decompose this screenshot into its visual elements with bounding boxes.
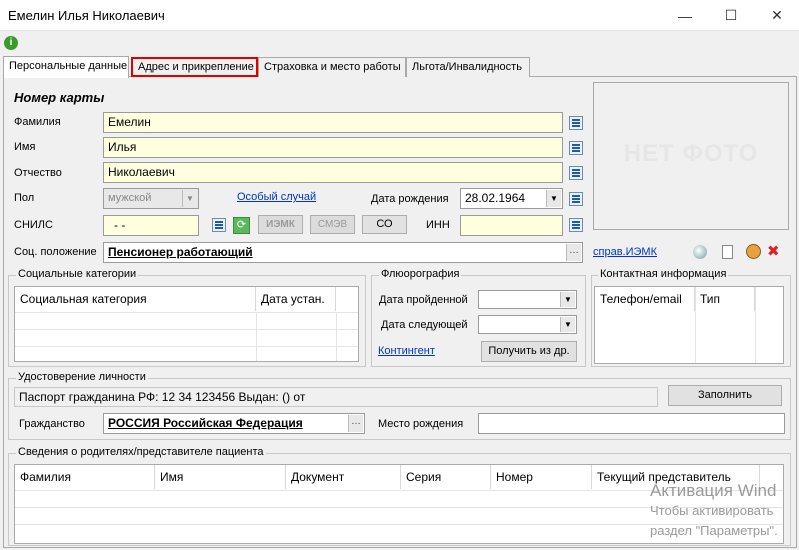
get-from-other-button[interactable]: Получить из др. <box>481 341 577 362</box>
contacts-title: Контактная информация <box>598 268 729 280</box>
refresh-icon[interactable]: ⟳ <box>233 217 250 234</box>
column-header[interactable]: Социальная категория <box>15 287 256 311</box>
minimize-button[interactable]: — <box>662 0 708 31</box>
chevron-down-icon: ▼ <box>560 292 575 307</box>
sex-select[interactable]: мужской ▼ <box>103 188 199 209</box>
tab-strip: Персональные данные Адрес и прикрепление… <box>0 56 560 78</box>
social-categories-table[interactable]: Социальная категория Дата устан. <box>14 286 359 362</box>
tab-personal-data[interactable]: Персональные данные <box>3 56 129 78</box>
column-header[interactable]: Номер <box>491 465 592 489</box>
name-picker-icon[interactable] <box>569 141 583 155</box>
column-divider <box>695 287 696 363</box>
snils-picker-icon[interactable] <box>212 218 226 232</box>
tab-address[interactable]: Адрес и прикрепление <box>131 57 258 77</box>
row-divider <box>15 312 358 313</box>
citizenship-label: Гражданство <box>19 418 85 430</box>
social-status-input[interactable]: Пенсионер работающий … <box>103 242 583 263</box>
palette-icon[interactable] <box>746 244 761 259</box>
citizenship-value: РОССИЯ Российская Федерация <box>108 416 303 430</box>
column-header[interactable]: Фамилия <box>15 465 155 489</box>
tab-benefits[interactable]: Льгота/Инвалидность <box>406 57 530 77</box>
identity-title: Удостоверение личности <box>16 371 148 383</box>
name-label: Имя <box>14 141 36 153</box>
close-button[interactable]: ✕ <box>754 0 799 31</box>
patronymic-picker-icon[interactable] <box>569 166 583 180</box>
delete-icon[interactable]: ✖ <box>767 242 780 260</box>
smev-button[interactable]: СМЭВ <box>310 215 355 234</box>
webcam-icon[interactable] <box>693 245 707 259</box>
birth-date-label: Дата рождения <box>371 193 449 205</box>
surname-input[interactable]: Емелин <box>103 112 563 133</box>
no-photo-text: НЕТ ФОТО <box>623 140 759 167</box>
fill-button[interactable]: Заполнить <box>668 385 782 406</box>
birth-picker-icon[interactable] <box>569 192 583 206</box>
snils-label: СНИЛС <box>14 219 53 231</box>
column-header[interactable]: Тип <box>695 287 755 311</box>
name-input[interactable]: Илья <box>103 137 563 158</box>
row-divider <box>15 329 358 330</box>
social-status-value: Пенсионер работающий <box>108 245 253 259</box>
column-divider <box>336 312 337 361</box>
chevron-down-icon: ▼ <box>182 190 197 207</box>
row-divider <box>15 346 358 347</box>
date-next-input[interactable]: ▼ <box>478 315 577 334</box>
ellipsis-icon[interactable]: … <box>566 244 581 261</box>
birth-date-input[interactable]: 28.02.1964 ▼ <box>460 188 563 209</box>
column-divider <box>256 312 257 361</box>
date-next-label: Дата следующей <box>381 319 468 331</box>
inn-input[interactable] <box>460 215 563 236</box>
social-categories-title: Социальные категории <box>16 268 139 280</box>
inn-picker-icon[interactable] <box>569 218 583 232</box>
patronymic-input[interactable]: Николаевич <box>103 162 563 183</box>
toolbar <box>0 32 799 54</box>
iemk-button[interactable]: ИЭМК <box>258 215 303 234</box>
column-divider <box>755 287 756 363</box>
iemk-reference-link[interactable]: справ.ИЭМК <box>593 246 657 258</box>
contacts-table[interactable]: Телефон/email Тип <box>594 286 784 364</box>
activation-watermark-line: Чтобы активировать <box>650 503 774 518</box>
info-icon[interactable]: i <box>4 36 18 50</box>
maximize-button[interactable]: ☐ <box>708 0 754 31</box>
sex-value: мужской <box>108 192 152 204</box>
inn-label: ИНН <box>426 219 450 231</box>
birthplace-input[interactable] <box>478 413 785 434</box>
ellipsis-icon[interactable]: … <box>348 415 363 432</box>
column-header[interactable]: Телефон/email <box>595 287 695 311</box>
sex-label: Пол <box>14 192 35 204</box>
snils-input[interactable]: - - <box>103 215 199 236</box>
birth-date-value: 28.02.1964 <box>465 191 526 205</box>
column-header[interactable]: Серия <box>401 465 491 489</box>
document-icon[interactable] <box>722 245 733 259</box>
chevron-down-icon: ▼ <box>546 190 561 207</box>
fluorography-title: Флюорография <box>379 268 462 280</box>
social-status-label: Соц. положение <box>14 246 97 258</box>
surname-label: Фамилия <box>14 116 61 128</box>
column-header[interactable]: Имя <box>155 465 286 489</box>
card-number-label: Номер карты <box>14 90 105 105</box>
tab-insurance[interactable]: Страховка и место работы <box>258 57 406 77</box>
parents-title: Сведения о родителях/представителе пацие… <box>16 446 266 458</box>
window-title: Емелин Илья Николаевич <box>8 8 165 23</box>
column-header[interactable]: Дата устан. <box>256 287 336 311</box>
chevron-down-icon: ▼ <box>560 317 575 332</box>
activation-watermark-title: Активация Wind <box>650 481 777 500</box>
surname-picker-icon[interactable] <box>569 116 583 130</box>
citizenship-input[interactable]: РОССИЯ Российская Федерация … <box>103 413 365 434</box>
activation-watermark-line: раздел "Параметры". <box>650 523 778 538</box>
co-button[interactable]: СО <box>362 215 407 234</box>
special-case-link[interactable]: Особый случай <box>237 191 316 203</box>
birthplace-label: Место рождения <box>378 418 464 430</box>
patronymic-label: Отчество <box>14 167 62 179</box>
column-header[interactable]: Документ <box>286 465 401 489</box>
date-done-label: Дата пройденной <box>379 294 468 306</box>
contingent-link[interactable]: Контингент <box>378 345 435 357</box>
identity-document[interactable]: Паспорт гражданина РФ: 12 34 123456 Выда… <box>14 387 658 407</box>
date-done-input[interactable]: ▼ <box>478 290 577 309</box>
